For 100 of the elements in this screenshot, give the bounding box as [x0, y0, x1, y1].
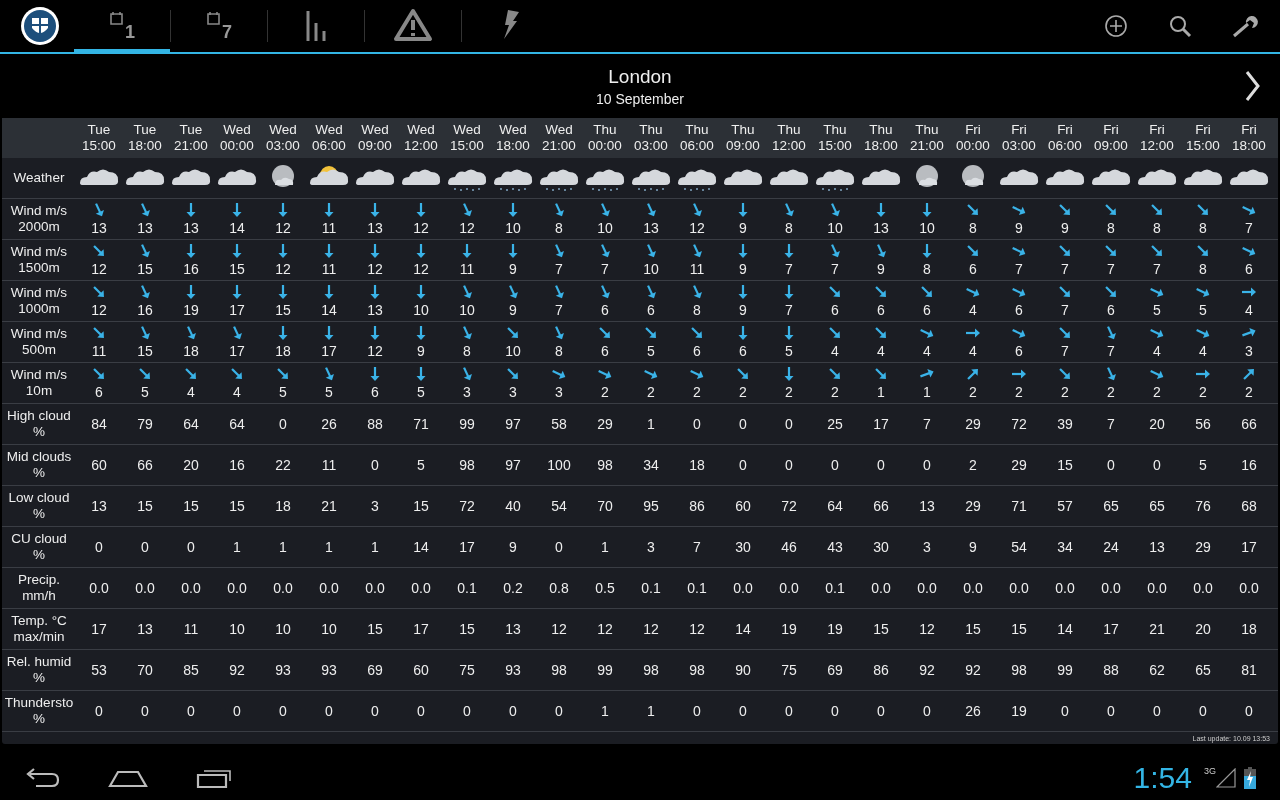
tab[interactable]: 1: [74, 1, 170, 53]
time-label: 18:00: [496, 138, 530, 154]
table-cell: 1: [325, 539, 333, 555]
table-cell: 0: [877, 457, 885, 473]
time-label: 00:00: [588, 138, 622, 154]
table-cell: 0.1: [687, 580, 707, 596]
table-cell: 12: [597, 621, 613, 637]
wind-speed: 5: [417, 384, 425, 400]
table-cell: 0: [1061, 703, 1069, 719]
table-cell: 15: [1057, 457, 1073, 473]
day-label: Tue: [179, 122, 203, 138]
recent-apps-icon[interactable]: [196, 767, 232, 789]
table-cell: 0: [1153, 703, 1161, 719]
table-cell: 0: [831, 703, 839, 719]
day-label: Thu: [639, 122, 663, 138]
time-label: 12:00: [772, 138, 806, 154]
row-label: %: [33, 711, 45, 727]
table-cell: 40: [505, 498, 521, 514]
time-label: 12:00: [404, 138, 438, 154]
row-label: Rel. humid: [6, 654, 72, 670]
table-cell: 100: [547, 457, 571, 473]
wind-speed: 7: [601, 261, 609, 277]
wind-speed: 14: [321, 302, 337, 318]
table-cell: 71: [1011, 498, 1027, 514]
day-label: Fri: [1011, 122, 1027, 138]
table-cell: 19: [781, 621, 797, 637]
next-chevron-icon[interactable]: [1244, 70, 1260, 102]
day-label: Fri: [1149, 122, 1165, 138]
table-cell: 5: [1199, 457, 1207, 473]
table-cell: 0.1: [457, 580, 477, 596]
wind-speed: 16: [183, 261, 199, 277]
wind-speed: 10: [505, 220, 521, 236]
wind-speed: 7: [1153, 261, 1161, 277]
wind-speed: 8: [463, 343, 471, 359]
home-icon[interactable]: [108, 768, 148, 788]
wind-speed: 9: [509, 261, 517, 277]
table-cell: 88: [367, 416, 383, 432]
table-cell: 53: [91, 662, 107, 678]
wind-speed: 15: [137, 261, 153, 277]
row-label: High cloud: [7, 408, 71, 424]
table-cell: 5: [417, 457, 425, 473]
wind-speed: 14: [229, 220, 245, 236]
table-cell: 0: [371, 703, 379, 719]
wind-speed: 15: [229, 261, 245, 277]
day-label: Tue: [87, 122, 111, 138]
wind-speed: 8: [969, 220, 977, 236]
table-cell: 62: [1149, 662, 1165, 678]
network-type: 3G: [1204, 766, 1216, 776]
table-cell: 17: [1241, 539, 1257, 555]
wrench-icon[interactable]: [1232, 14, 1260, 38]
time-label: 12:00: [1140, 138, 1174, 154]
table-cell: 90: [735, 662, 751, 678]
tab[interactable]: 7: [171, 1, 267, 53]
table-cell: 93: [275, 662, 291, 678]
calendar-icon: [109, 11, 125, 27]
wind-speed: 10: [827, 220, 843, 236]
logo-icon[interactable]: [20, 6, 60, 46]
wind-speed: 17: [229, 343, 245, 359]
wind-speed: 6: [1245, 261, 1253, 277]
wind-speed: 12: [367, 343, 383, 359]
table-cell: 15: [413, 498, 429, 514]
table-cell: 93: [321, 662, 337, 678]
table-cell: 0: [233, 703, 241, 719]
wind-speed: 9: [739, 261, 747, 277]
table-cell: 54: [1011, 539, 1027, 555]
table-cell: 69: [367, 662, 383, 678]
table-cell: 65: [1149, 498, 1165, 514]
table-cell: 7: [693, 539, 701, 555]
table-cell: 86: [689, 498, 705, 514]
row-label: Wind m/s: [10, 326, 68, 342]
table-cell: 0: [1199, 703, 1207, 719]
back-icon[interactable]: [24, 768, 60, 788]
table-cell: 12: [551, 621, 567, 637]
time-label: 15:00: [818, 138, 852, 154]
table-cell: 0: [325, 703, 333, 719]
table-cell: 43: [827, 539, 843, 555]
time-label: 18:00: [1232, 138, 1266, 154]
time-label: 06:00: [1048, 138, 1082, 154]
row-label: 10m: [25, 383, 53, 399]
calendar-icon: [206, 11, 222, 27]
add-icon[interactable]: [1104, 14, 1128, 38]
table-cell: 0: [831, 457, 839, 473]
table-cell: 15: [459, 621, 475, 637]
table-cell: 30: [873, 539, 889, 555]
table-cell: 0: [371, 457, 379, 473]
time-label: 18:00: [128, 138, 162, 154]
table-cell: 93: [505, 662, 521, 678]
wind-speed: 12: [459, 220, 475, 236]
row-label: Thundersto: [4, 695, 74, 711]
table-cell: 0.5: [595, 580, 615, 596]
wind-speed: 5: [785, 343, 793, 359]
search-icon[interactable]: [1168, 14, 1192, 38]
table-cell: 17: [91, 621, 107, 637]
time-label: 09:00: [726, 138, 760, 154]
time-label: 18:00: [864, 138, 898, 154]
time-label: 15:00: [82, 138, 116, 154]
table-cell: 0: [1153, 457, 1161, 473]
row-label: CU cloud: [11, 531, 67, 547]
wind-speed: 8: [1199, 220, 1207, 236]
table-cell: 18: [1241, 621, 1257, 637]
